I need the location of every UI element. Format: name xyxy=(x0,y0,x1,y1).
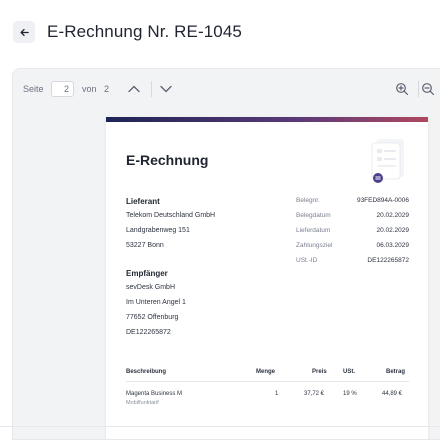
meta-value-payment-due: 06.03.2029 xyxy=(376,242,409,249)
row-price: 37,72 € xyxy=(304,391,325,397)
arrow-left-icon xyxy=(19,28,29,36)
invoice-illustration-icon xyxy=(371,139,404,183)
row-quantity: 1 xyxy=(275,391,279,397)
zoom-out-icon xyxy=(421,82,434,95)
next-page-button[interactable] xyxy=(158,81,174,97)
supplier-street: Landgrabenweg 151 xyxy=(126,227,190,234)
column-header-amount: Betrag xyxy=(386,369,406,375)
document-title: E-Rechnung xyxy=(126,152,209,168)
chevron-down-icon xyxy=(160,85,172,93)
column-header-vat: USt. xyxy=(343,369,355,375)
meta-value-document-date: 20.02.2029 xyxy=(376,212,409,219)
table-divider xyxy=(126,381,409,382)
column-header-description: Beschreibung xyxy=(126,369,167,375)
meta-key-vat-id: USt.-ID xyxy=(296,257,318,264)
row-description: Magenta Business M xyxy=(126,391,183,397)
meta-key-document-date: Belegdatum xyxy=(296,212,331,219)
meta-value-delivery-date: 20.02.2029 xyxy=(376,227,409,234)
recipient-name: sevDesk GmbH xyxy=(126,284,176,291)
recipient-street: Im Unteren Angel 1 xyxy=(126,299,186,306)
column-header-quantity: Menge xyxy=(256,369,276,375)
document-viewer: Seite von 2 xyxy=(12,68,440,440)
page-number-input[interactable] xyxy=(51,81,74,97)
recipient-vat-id: DE122265872 xyxy=(126,329,171,336)
row-vat: 19 % xyxy=(343,391,357,397)
column-header-price: Preis xyxy=(312,369,327,375)
supplier-heading: Lieferant xyxy=(126,197,160,206)
page-title: E-Rechnung Nr. RE-1045 xyxy=(47,22,242,41)
meta-value-vat-id: DE122265872 xyxy=(367,257,409,264)
bottom-divider xyxy=(0,426,440,427)
invoice-page: E-Rechnung Lieferant Telekom Deutschland… xyxy=(106,117,428,439)
recipient-city: 77652 Offenburg xyxy=(126,314,179,321)
row-subtitle: Mobilfunktarif xyxy=(126,400,159,406)
meta-key-document-number: Belegnr. xyxy=(296,197,320,204)
page-label: Seite xyxy=(23,84,44,94)
zoom-out-button[interactable] xyxy=(419,80,436,97)
meta-key-payment-due: Zahlungsziel xyxy=(296,242,333,249)
page-header: E-Rechnung Nr. RE-1045 xyxy=(0,0,440,66)
supplier-name: Telekom Deutschland GmbH xyxy=(126,212,216,219)
chevron-up-icon xyxy=(128,85,140,93)
supplier-city: 53227 Bonn xyxy=(126,242,164,249)
previous-page-button[interactable] xyxy=(126,81,142,97)
zoom-in-button[interactable] xyxy=(393,80,410,97)
zoom-in-icon xyxy=(395,82,408,95)
meta-value-document-number: 93FED894A-0006 xyxy=(356,197,409,204)
viewer-toolbar: Seite von 2 xyxy=(13,69,440,111)
of-label: von xyxy=(82,84,97,94)
total-pages: 2 xyxy=(104,84,110,94)
recipient-heading: Empfänger xyxy=(126,269,168,278)
gradient-header-bar xyxy=(106,117,428,122)
row-amount: 44,89 € xyxy=(382,391,403,397)
back-button[interactable] xyxy=(13,21,35,43)
meta-key-delivery-date: Lieferdatum xyxy=(296,227,331,234)
toolbar-divider xyxy=(151,81,152,97)
